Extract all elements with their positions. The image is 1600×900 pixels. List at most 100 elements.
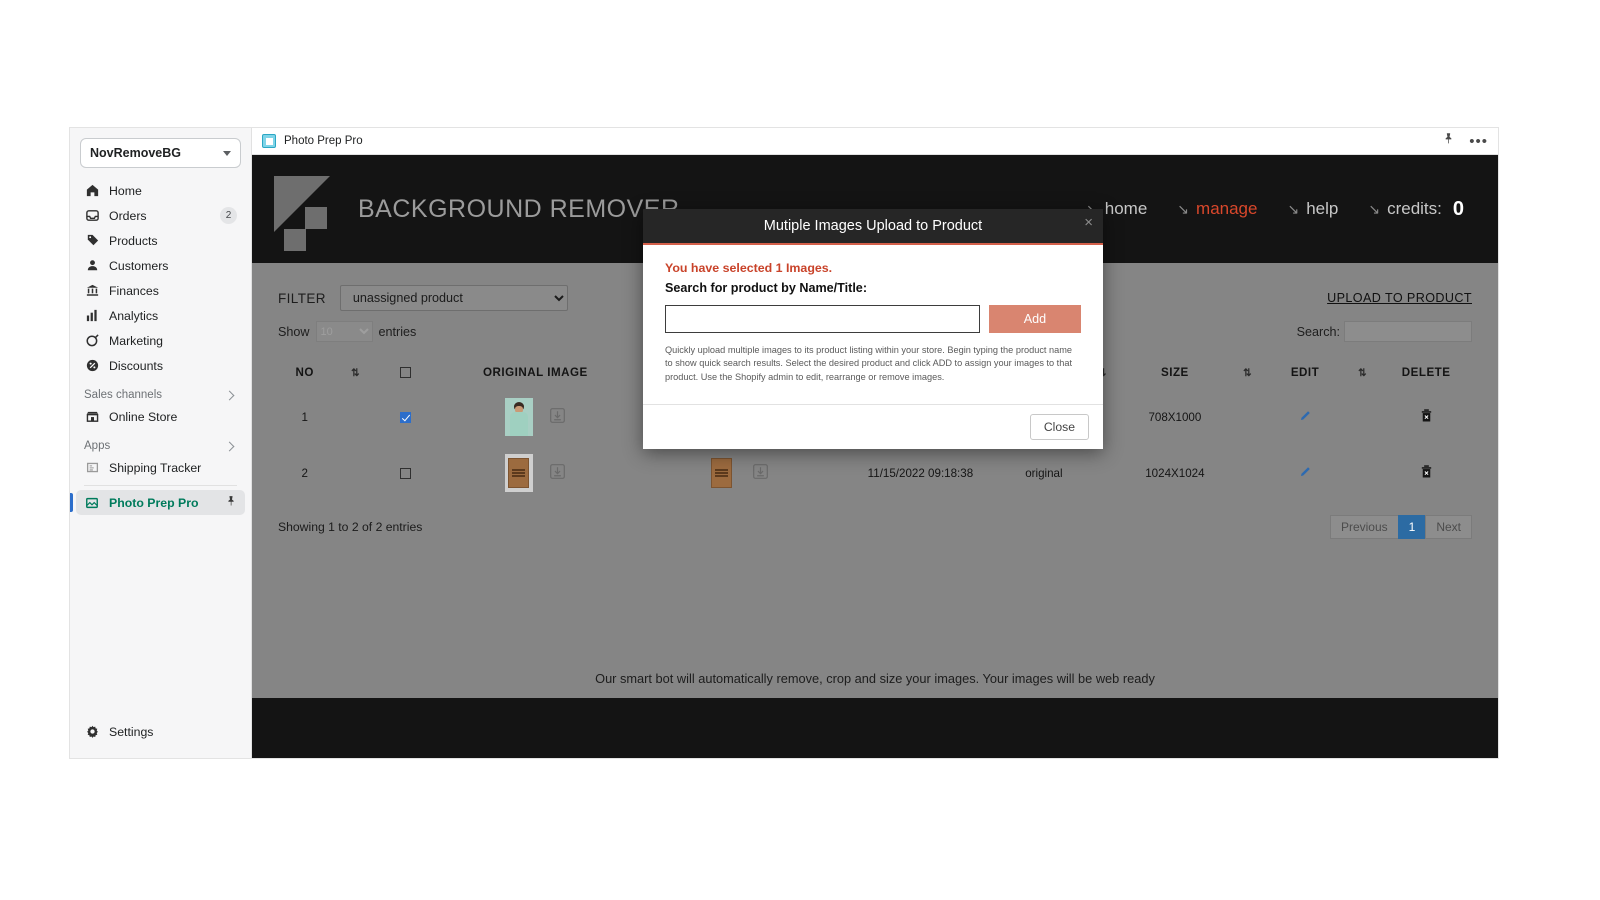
arrow-icon: ↘ (1177, 200, 1190, 217)
pin-icon[interactable] (225, 495, 237, 510)
pencil-icon[interactable] (1298, 410, 1312, 426)
sidebar-nav: Home Orders 2 Products Customers Finance… (70, 174, 251, 515)
download-icon[interactable] (752, 463, 769, 483)
sidebar-item-shipping-tracker[interactable]: Shipping Tracker (76, 455, 245, 480)
titlebar-actions: ••• (1442, 132, 1488, 150)
filter-select[interactable]: unassigned product (339, 285, 568, 311)
sidebar-item-label: Shipping Tracker (109, 460, 202, 475)
credits-value: 0 (1452, 197, 1464, 220)
nav-help[interactable]: ↘ help (1287, 199, 1338, 219)
store-selector[interactable]: NovRemoveBG (80, 138, 241, 168)
sidebar-item-photo-prep-pro[interactable]: Photo Prep Pro (70, 490, 245, 515)
marketing-target-icon (84, 333, 100, 349)
th-sort-delete[interactable]: ⇅ (1345, 360, 1380, 389)
brand-name: BACKGROUND REMOVER (358, 194, 680, 223)
section-label: Apps (84, 440, 111, 452)
pagination-previous[interactable]: Previous (1329, 515, 1399, 539)
cell-select (380, 389, 432, 445)
app-window: NovRemoveBG Home Orders 2 Products Custo… (70, 128, 1498, 758)
sidebar-section-apps[interactable]: Apps (76, 429, 245, 455)
sidebar-item-settings[interactable]: Settings (76, 719, 245, 744)
show-label: Show (278, 324, 310, 339)
sidebar-item-label: Photo Prep Pro (109, 495, 199, 510)
processed-thumbnail[interactable] (707, 454, 736, 492)
nav-label: home (1104, 199, 1148, 218)
th-delete[interactable]: DELETE (1380, 360, 1472, 389)
search-input[interactable] (1344, 321, 1472, 342)
cell-delete (1380, 445, 1472, 501)
pagination: Previous 1 Next (1329, 515, 1472, 539)
sidebar-item-label: Settings (109, 724, 154, 739)
cell-select (380, 445, 432, 501)
sidebar-divider (84, 485, 237, 486)
sidebar-item-discounts[interactable]: Discounts (76, 353, 245, 378)
tagline: Our smart bot will automatically remove,… (595, 671, 1155, 686)
pin-icon[interactable] (1442, 132, 1455, 150)
entries-select[interactable]: 10 (315, 321, 373, 342)
top-nav: ↘ home ↘ manage ↘ help ↘ (1086, 198, 1476, 221)
chevron-right-icon (224, 390, 235, 400)
sort-updown-icon: ⇅ (1243, 368, 1252, 379)
sidebar-item-marketing[interactable]: Marketing (76, 328, 245, 353)
th-original-image[interactable]: ORIGINAL IMAGE (432, 360, 639, 389)
sidebar-item-label: Online Store (109, 409, 178, 424)
th-edit[interactable]: EDIT (1265, 360, 1345, 389)
credits-label: credits: (1387, 199, 1442, 218)
download-icon[interactable] (549, 463, 566, 483)
app-pane: Photo Prep Pro ••• BACKGROUND REMOVER ho… (252, 128, 1498, 758)
sidebar-item-orders[interactable]: Orders 2 (76, 203, 245, 228)
cell-spacer (331, 389, 379, 445)
trash-icon[interactable] (1419, 465, 1434, 482)
sidebar-item-online-store[interactable]: Online Store (76, 404, 245, 429)
row-checkbox[interactable] (400, 467, 412, 479)
cell-spacer (1345, 389, 1380, 445)
nav-label: manage (1196, 199, 1258, 218)
store-icon (84, 409, 100, 425)
th-size[interactable]: SIZE (1120, 360, 1230, 389)
select-all-checkbox[interactable] (400, 367, 412, 379)
close-icon[interactable]: × (1084, 215, 1093, 230)
search-box: Search: (1297, 321, 1472, 342)
original-thumbnail[interactable] (504, 454, 533, 492)
modal-title: Mutiple Images Upload to Product (763, 218, 983, 234)
pagination-page-1[interactable]: 1 (1397, 515, 1427, 539)
sidebar-item-finances[interactable]: Finances (76, 278, 245, 303)
showing-entries-text: Showing 1 to 2 of 2 entries (278, 520, 423, 534)
nav-credits[interactable]: ↘ credits: 0 (1368, 198, 1464, 221)
products-tag-icon (84, 233, 100, 249)
sort-updown-icon: ⇅ (351, 368, 361, 379)
dark-footer-strip (252, 698, 1498, 758)
sidebar-item-customers[interactable]: Customers (76, 253, 245, 278)
sidebar-item-products[interactable]: Products (76, 228, 245, 253)
pagination-next[interactable]: Next (1425, 515, 1472, 539)
product-search-input[interactable] (665, 305, 980, 333)
upload-to-product-link[interactable]: UPLOAD TO PRODUCT (1327, 291, 1472, 305)
th-select-all[interactable] (380, 360, 432, 389)
orders-badge: 2 (220, 207, 237, 224)
download-icon[interactable] (549, 407, 566, 427)
customers-person-icon (84, 258, 100, 274)
close-button[interactable]: Close (1029, 414, 1089, 441)
cell-size: 708X1000 (1148, 410, 1202, 424)
cell-type: original (1025, 466, 1063, 480)
pencil-icon[interactable] (1298, 466, 1312, 482)
sidebar-item-home[interactable]: Home (76, 178, 245, 203)
finances-bank-icon (84, 283, 100, 299)
th-no[interactable]: NO (278, 360, 331, 389)
sidebar-item-label: Marketing (109, 333, 163, 348)
trash-icon[interactable] (1419, 409, 1434, 426)
th-sort-edit[interactable]: ⇅ (1230, 360, 1265, 389)
nav-manage[interactable]: ↘ manage (1177, 199, 1257, 219)
th-sort[interactable]: ⇅ (331, 360, 379, 389)
add-button[interactable]: Add (989, 305, 1081, 333)
cell-edit (1265, 445, 1345, 501)
more-horizontal-icon[interactable]: ••• (1469, 134, 1488, 149)
search-label: Search: (1296, 324, 1340, 339)
row-checkbox[interactable] (400, 411, 412, 423)
modal-search-row: Add (665, 305, 1081, 333)
modal-help-text: Quickly upload multiple images to its pr… (665, 345, 1073, 382)
original-thumbnail[interactable] (504, 398, 533, 436)
sidebar-item-analytics[interactable]: Analytics (76, 303, 245, 328)
sidebar-section-sales-channels[interactable]: Sales channels (76, 378, 245, 404)
entries-label: entries (378, 324, 417, 339)
